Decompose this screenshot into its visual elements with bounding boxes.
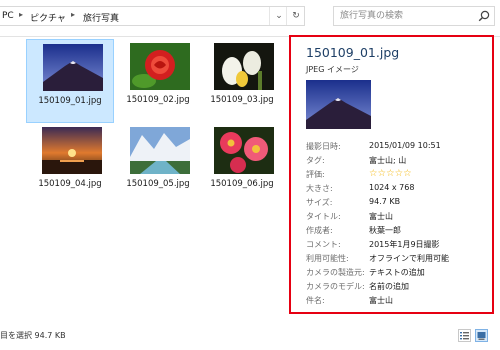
property-value: 94.7 KB: [369, 197, 401, 206]
large-icons-view-icon[interactable]: [475, 329, 488, 342]
property-label: サイズ:: [306, 198, 333, 207]
property-value[interactable]: テキストの追加: [369, 267, 425, 278]
file-tile[interactable]: 150109_02.jpg: [114, 39, 202, 123]
property-label: 作成者:: [306, 226, 333, 235]
search-input[interactable]: [334, 7, 474, 25]
file-tile[interactable]: 150109_04.jpg: [26, 123, 114, 207]
star-icon[interactable]: ☆: [395, 168, 404, 179]
property-label: 件名:: [306, 296, 325, 305]
property-label: タグ:: [306, 156, 325, 165]
breadcrumb-pictures[interactable]: ピクチャ: [30, 11, 66, 24]
property-label: カメラの製造元:: [306, 268, 365, 277]
refresh-icon[interactable]: ↻: [286, 7, 305, 25]
property-value[interactable]: 富士山: [369, 211, 393, 222]
property-subject[interactable]: 件名: 富士山: [306, 295, 491, 307]
details-file-type: JPEG イメージ: [306, 65, 359, 74]
property-value[interactable]: 富士山: [369, 295, 393, 306]
sunset-thumbnail: [42, 127, 102, 174]
selection-status: 目を選択 94.7 KB: [0, 331, 66, 340]
search-box[interactable]: [333, 6, 495, 26]
breadcrumb-pc[interactable]: PC: [2, 11, 14, 21]
property-label: カメラのモデル:: [306, 282, 365, 291]
star-icon[interactable]: ☆: [369, 168, 378, 179]
file-name: 150109_02.jpg: [126, 95, 190, 105]
property-camera-maker[interactable]: カメラの製造元: テキストの追加: [306, 267, 491, 279]
details-pane: 150109_01.jpg JPEG イメージ 撮影日時: 2015/01/09…: [289, 35, 494, 314]
file-tile[interactable]: 150109_01.jpg: [26, 39, 114, 123]
file-name: 150109_06.jpg: [210, 179, 274, 189]
property-size[interactable]: サイズ: 94.7 KB: [306, 197, 491, 209]
star-icon[interactable]: ☆: [378, 168, 387, 179]
property-value[interactable]: 秋葉一郎: [369, 225, 401, 236]
breadcrumb-separator-icon[interactable]: ▸: [19, 10, 23, 19]
property-label: 評価:: [306, 170, 325, 179]
property-comment[interactable]: コメント: 2015年1月9日撮影: [306, 239, 491, 251]
status-bar: 目を選択 94.7 KB: [0, 321, 500, 350]
file-name: 150109_01.jpg: [38, 96, 102, 106]
file-name: 150109_04.jpg: [38, 179, 102, 189]
property-value[interactable]: 2015/01/09 10:51: [369, 141, 441, 150]
details-preview-image: [306, 80, 371, 129]
valley-thumbnail: [130, 127, 190, 174]
daisies-thumbnail: [214, 127, 274, 174]
property-value[interactable]: 2015年1月9日撮影: [369, 239, 440, 250]
property-author[interactable]: 作成者: 秋葉一郎: [306, 225, 491, 237]
file-tile[interactable]: 150109_06.jpg: [198, 123, 286, 207]
property-label: 利用可能性:: [306, 254, 349, 263]
property-camera-model[interactable]: カメラのモデル: 名前の追加: [306, 281, 491, 293]
property-title[interactable]: タイトル: 富士山: [306, 211, 491, 223]
breadcrumb-travel-photos[interactable]: 旅行写真: [83, 11, 119, 24]
property-label: 大きさ:: [306, 184, 333, 193]
property-availability[interactable]: 利用可能性: オフラインで利用可能: [306, 253, 491, 265]
star-icon[interactable]: ☆: [386, 168, 395, 179]
property-value[interactable]: 富士山; 山: [369, 155, 406, 166]
file-tile[interactable]: 150109_03.jpg: [198, 39, 286, 123]
lilies-thumbnail: [214, 43, 274, 90]
mountain-thumbnail: [43, 44, 103, 91]
property-date-taken[interactable]: 撮影日時: 2015/01/09 10:51: [306, 141, 491, 153]
property-label: 撮影日時:: [306, 142, 341, 151]
address-bar[interactable]: PC ▸ ピクチャ ▸ 旅行写真 ⌄ ↻: [0, 6, 305, 26]
star-icon[interactable]: ☆: [403, 168, 412, 179]
toolbar: PC ▸ ピクチャ ▸ 旅行写真 ⌄ ↻: [0, 0, 500, 37]
file-name: 150109_03.jpg: [210, 95, 274, 105]
property-value: オフラインで利用可能: [369, 254, 449, 263]
details-view-icon[interactable]: [458, 329, 471, 342]
rose-thumbnail: [130, 43, 190, 90]
property-value[interactable]: 名前の追加: [369, 281, 409, 292]
rating-stars[interactable]: ☆☆☆☆☆: [369, 168, 412, 179]
details-file-name: 150109_01.jpg: [306, 45, 400, 60]
file-name: 150109_05.jpg: [126, 179, 190, 189]
file-tile[interactable]: 150109_05.jpg: [114, 123, 202, 207]
property-rating[interactable]: 評価: ☆☆☆☆☆: [306, 168, 491, 181]
search-icon[interactable]: [478, 10, 490, 22]
breadcrumb-separator-icon[interactable]: ▸: [71, 10, 75, 19]
property-tags[interactable]: タグ: 富士山; 山: [306, 155, 491, 167]
property-label: コメント:: [306, 240, 341, 249]
property-dimensions[interactable]: 大きさ: 1024 x 768: [306, 183, 491, 195]
property-label: タイトル:: [306, 212, 341, 221]
property-value: 1024 x 768: [369, 183, 415, 192]
file-list: 150109_01.jpg 150109_02.jpg 150109_03.jp…: [0, 37, 280, 317]
